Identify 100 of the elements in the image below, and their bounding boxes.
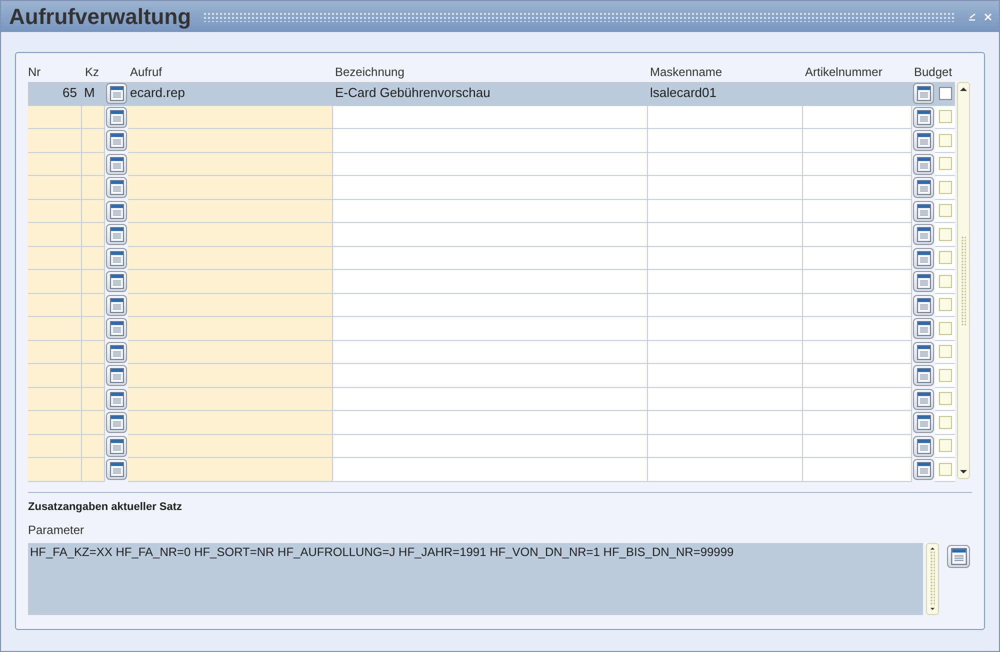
budget-checkbox[interactable] xyxy=(938,392,952,406)
table-cell[interactable] xyxy=(803,270,912,294)
budget-checkbox[interactable] xyxy=(938,298,952,312)
budget-checkbox[interactable] xyxy=(938,274,952,288)
table-cell[interactable] xyxy=(803,340,912,364)
table-cell[interactable] xyxy=(803,411,912,434)
table-cell[interactable] xyxy=(803,388,912,411)
table-cell[interactable] xyxy=(28,223,82,246)
table-cell[interactable] xyxy=(803,223,912,246)
table-cell[interactable] xyxy=(82,129,105,152)
table-cell[interactable] xyxy=(128,294,333,317)
document-button[interactable] xyxy=(913,271,934,292)
budget-checkbox[interactable] xyxy=(938,416,952,429)
document-button[interactable] xyxy=(913,365,934,386)
table-cell[interactable] xyxy=(128,223,333,246)
document-button[interactable] xyxy=(913,248,934,269)
document-button[interactable] xyxy=(106,459,127,480)
table-cell[interactable] xyxy=(82,223,105,246)
document-button[interactable] xyxy=(106,83,127,104)
table-cell[interactable] xyxy=(803,82,912,106)
document-button[interactable] xyxy=(913,154,934,175)
table-cell[interactable] xyxy=(128,434,333,458)
table-cell[interactable] xyxy=(648,200,803,223)
table-cell[interactable] xyxy=(803,176,912,200)
table-cell[interactable] xyxy=(648,434,803,458)
table-cell[interactable] xyxy=(128,411,333,434)
document-button[interactable] xyxy=(106,271,127,292)
budget-checkbox[interactable] xyxy=(938,251,952,264)
table-cell[interactable] xyxy=(333,458,648,482)
document-button[interactable] xyxy=(106,224,127,246)
table-cell[interactable] xyxy=(648,411,803,434)
table-cell[interactable] xyxy=(82,340,105,364)
document-button[interactable] xyxy=(913,130,934,152)
table-cell[interactable] xyxy=(648,340,803,364)
document-button[interactable] xyxy=(913,200,934,222)
budget-checkbox[interactable] xyxy=(938,345,952,358)
table-cell[interactable]: 65 xyxy=(28,82,82,106)
table-cell[interactable]: ecard.rep xyxy=(128,82,333,106)
table-cell[interactable] xyxy=(28,106,82,129)
budget-checkbox[interactable] xyxy=(938,228,952,241)
document-button[interactable] xyxy=(106,248,127,269)
table-cell[interactable] xyxy=(82,317,105,340)
table-cell[interactable] xyxy=(803,200,912,223)
document-button[interactable] xyxy=(913,224,934,246)
document-button[interactable] xyxy=(913,177,934,198)
table-cell[interactable] xyxy=(648,458,803,482)
table-cell[interactable] xyxy=(803,434,912,458)
document-button[interactable] xyxy=(106,200,127,222)
budget-checkbox[interactable] xyxy=(938,322,952,335)
document-button[interactable] xyxy=(913,436,934,457)
document-button[interactable] xyxy=(106,177,127,198)
document-button[interactable] xyxy=(106,365,127,386)
table-cell[interactable] xyxy=(82,388,105,411)
table-cell[interactable] xyxy=(648,270,803,294)
document-button[interactable] xyxy=(106,294,127,316)
table-cell[interactable] xyxy=(803,364,912,388)
budget-checkbox[interactable] xyxy=(938,110,952,124)
table-cell[interactable] xyxy=(803,129,912,152)
table-cell[interactable] xyxy=(333,364,648,388)
table-cell[interactable] xyxy=(333,176,648,200)
table-cell[interactable] xyxy=(28,411,82,434)
scrollbar[interactable] xyxy=(926,542,939,614)
table-cell[interactable] xyxy=(82,200,105,223)
table-cell[interactable] xyxy=(128,270,333,294)
table-cell[interactable] xyxy=(648,152,803,176)
table-cell[interactable] xyxy=(128,340,333,364)
document-button[interactable] xyxy=(913,318,934,340)
table-cell[interactable] xyxy=(28,364,82,388)
table-cell[interactable] xyxy=(648,388,803,411)
table-cell[interactable] xyxy=(333,223,648,246)
document-button[interactable] xyxy=(913,106,934,128)
table-cell[interactable] xyxy=(82,411,105,434)
budget-checkbox[interactable] xyxy=(938,462,952,476)
table-cell[interactable] xyxy=(28,200,82,223)
document-button[interactable] xyxy=(913,83,934,104)
table-cell[interactable] xyxy=(803,152,912,176)
table-cell[interactable] xyxy=(333,317,648,340)
table-cell[interactable] xyxy=(648,129,803,152)
table-cell[interactable] xyxy=(82,270,105,294)
document-button[interactable] xyxy=(947,544,970,568)
document-button[interactable] xyxy=(913,342,934,363)
table-cell[interactable] xyxy=(803,246,912,270)
document-button[interactable] xyxy=(106,106,127,128)
budget-checkbox[interactable] xyxy=(938,86,952,100)
table-cell[interactable] xyxy=(28,458,82,482)
table-cell[interactable] xyxy=(82,364,105,388)
table-cell[interactable] xyxy=(333,246,648,270)
document-button[interactable] xyxy=(106,412,127,434)
table-cell[interactable] xyxy=(28,152,82,176)
table-cell[interactable] xyxy=(333,411,648,434)
table-cell[interactable] xyxy=(128,129,333,152)
table-cell[interactable] xyxy=(333,294,648,317)
budget-checkbox[interactable] xyxy=(938,439,952,452)
document-button[interactable] xyxy=(913,388,934,410)
table-cell[interactable] xyxy=(82,434,105,458)
table-cell[interactable] xyxy=(648,294,803,317)
document-button[interactable] xyxy=(106,388,127,410)
table-cell[interactable] xyxy=(333,129,648,152)
table-cell[interactable] xyxy=(333,106,648,129)
document-button[interactable] xyxy=(913,459,934,480)
